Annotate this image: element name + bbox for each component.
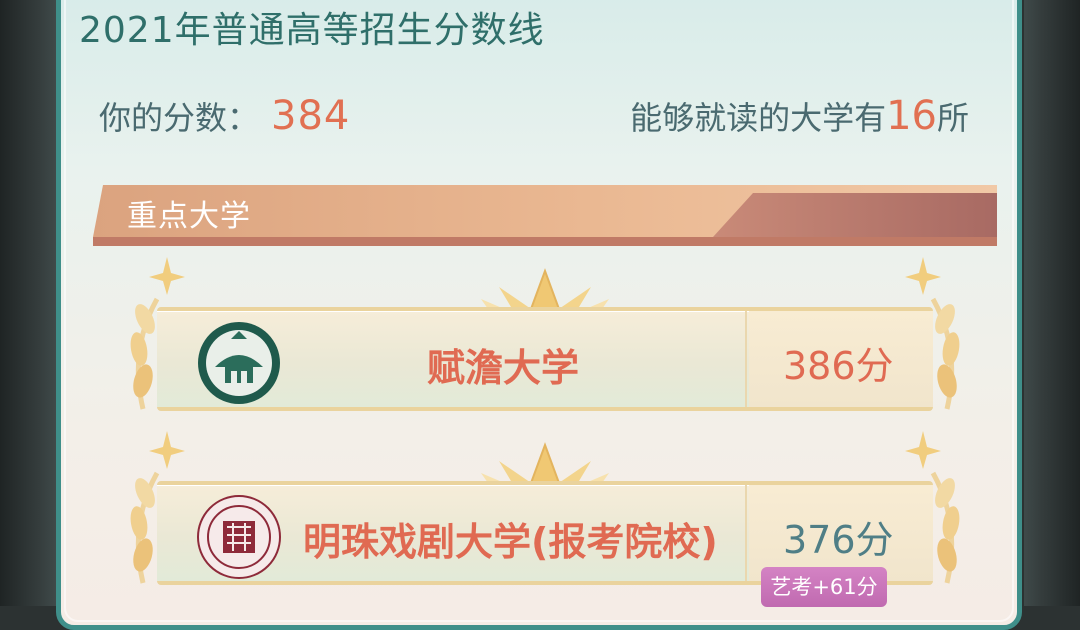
score-panel: 2021年普通高等招生分数线 你的分数： 384 能够就读的大学有16所 重点大…	[56, 0, 1022, 630]
school-score: 386分	[783, 344, 894, 388]
panel-title: 2021年普通高等招生分数线	[79, 10, 545, 51]
university-seal-icon	[198, 322, 280, 404]
count-prefix: 能够就读的大学有	[630, 99, 887, 137]
score-cell: 386分	[749, 311, 933, 407]
section-label: 重点大学	[127, 199, 251, 234]
school-card[interactable]: 明珠戏剧大学(报考院校) 376分 艺考+61分	[127, 431, 963, 607]
school-score: 376分	[783, 518, 894, 562]
university-seal-icon	[197, 495, 281, 579]
eligible-count: 能够就读的大学有16所	[630, 93, 969, 139]
score-label: 你的分数：	[99, 99, 260, 137]
section-banner: 重点大学	[93, 179, 997, 247]
left-frame	[0, 0, 56, 606]
school-name: 赋澹大学	[427, 346, 580, 390]
card-divider	[745, 311, 747, 407]
school-name: 明珠戏剧大学(报考院校)	[303, 520, 718, 564]
school-card-body: 赋澹大学 386分	[157, 307, 933, 411]
score-value: 384	[271, 93, 351, 139]
your-score: 你的分数： 384	[99, 93, 350, 139]
count-value: 16	[886, 93, 937, 139]
right-frame	[1024, 0, 1080, 606]
school-card[interactable]: 赋澹大学 386分	[127, 257, 963, 417]
art-exam-bonus-badge: 艺考+61分	[761, 567, 887, 607]
count-suffix: 所	[936, 99, 969, 137]
card-divider	[745, 485, 747, 581]
